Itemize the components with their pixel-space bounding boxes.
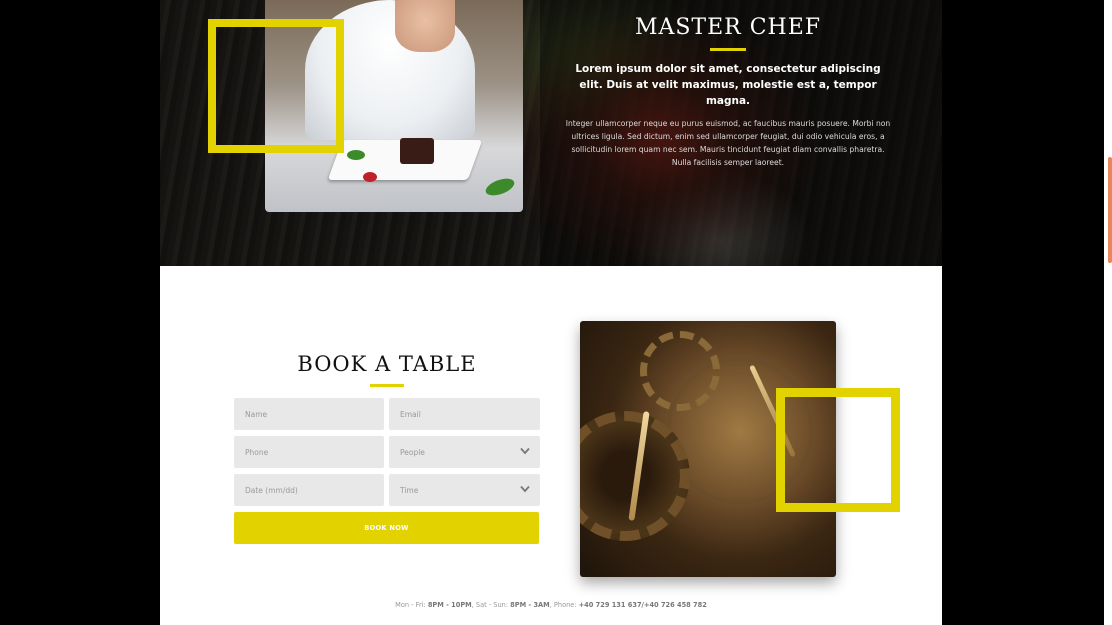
- decorative-frame: [208, 19, 344, 153]
- name-input[interactable]: [245, 409, 373, 419]
- email-input[interactable]: [400, 409, 529, 419]
- hero-lead: Lorem ipsum dolor sit amet, consectetur …: [575, 63, 881, 107]
- time-select[interactable]: Time: [389, 474, 540, 506]
- time-select-value: Time: [400, 485, 419, 495]
- people-select-value: People: [400, 447, 425, 457]
- scrollbar-thumb[interactable]: [1108, 157, 1112, 263]
- name-field[interactable]: [234, 398, 384, 430]
- garnish-leaf: [483, 175, 517, 199]
- booking-title: BOOK A TABLE: [297, 352, 477, 376]
- weekend-label: , Sat - Sun:: [471, 601, 511, 609]
- phone-field[interactable]: [234, 436, 384, 468]
- date-field[interactable]: [234, 474, 384, 506]
- weekday-time: 8PM - 10PM: [427, 601, 472, 609]
- book-now-button[interactable]: BOOK NOW: [234, 512, 539, 544]
- chevron-down-icon: [520, 485, 530, 493]
- phone-numbers: +40 729 131 637/+40 726 458 782: [578, 601, 707, 609]
- weekend-time: 8PM - 3AM: [510, 601, 550, 609]
- hero-text: MASTER CHEF Lorem ipsum dolor sit amet, …: [563, 15, 893, 169]
- section-title: MASTER CHEF: [634, 15, 822, 40]
- master-chef-section: MASTER CHEF Lorem ipsum dolor sit amet, …: [160, 0, 942, 266]
- mint-leaf: [347, 150, 365, 160]
- chevron-down-icon: [520, 447, 530, 455]
- people-select[interactable]: People: [389, 436, 540, 468]
- title-underline: [710, 48, 746, 51]
- gear-shape: [640, 331, 720, 411]
- phone-label: , Phone:: [549, 601, 579, 609]
- page-scrollbar[interactable]: [1104, 0, 1112, 625]
- decorative-frame: [776, 388, 900, 512]
- hero-body: Integer ullamcorper neque eu purus euism…: [565, 119, 891, 167]
- email-field[interactable]: [389, 398, 540, 430]
- weekday-label: Mon - Fri:: [395, 601, 428, 609]
- phone-input[interactable]: [245, 447, 373, 457]
- title-underline: [370, 384, 404, 387]
- strawberry: [363, 172, 377, 182]
- booking-section: BOOK A TABLE People Time BOOK NOW: [160, 266, 942, 625]
- date-input[interactable]: [245, 485, 373, 495]
- chef-face: [395, 0, 455, 52]
- opening-hours: Mon - Fri: 8PM - 10PM, Sat - Sun: 8PM - …: [160, 601, 942, 609]
- chocolate-cake: [400, 138, 434, 164]
